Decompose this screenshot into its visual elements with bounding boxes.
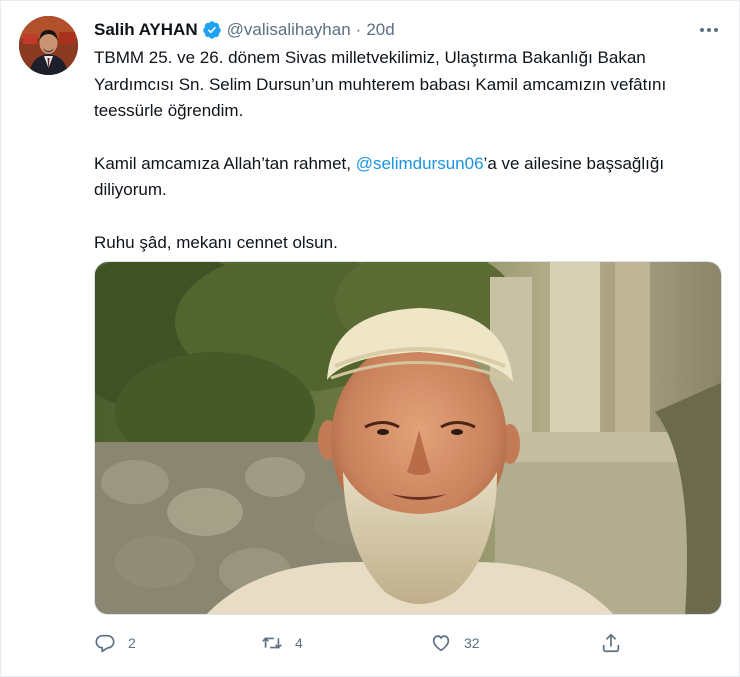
reply-button[interactable]: 2 — [94, 629, 136, 657]
heart-icon — [432, 635, 450, 652]
more-options-icon[interactable] — [697, 19, 721, 41]
share-icon — [602, 633, 620, 653]
tweet-timestamp[interactable]: 20d — [366, 20, 394, 40]
author-handle[interactable]: @valisalihayhan — [227, 20, 351, 40]
tweet-paragraph-2: Kamil amcamıza Allah’tan rahmet, @selimd… — [94, 151, 724, 204]
retweet-icon — [262, 637, 282, 649]
tweet-paragraph-3: Ruhu şâd, mekanı cennet olsun. — [94, 232, 338, 252]
share-button[interactable] — [600, 629, 622, 657]
profile-photo — [19, 16, 78, 75]
tweet-photo[interactable] — [94, 261, 722, 615]
verified-badge-icon — [202, 20, 222, 40]
tweet-card[interactable]: Salih AYHAN @valisalihayhan · 20d TBMM 2… — [0, 0, 740, 677]
separator-dot: · — [355, 20, 362, 39]
reply-icon — [95, 634, 115, 653]
retweet-count: 4 — [295, 635, 303, 651]
mention-link[interactable]: @selimdursun06 — [356, 154, 484, 173]
avatar[interactable] — [19, 16, 78, 75]
retweet-button[interactable]: 4 — [261, 629, 303, 657]
reply-count: 2 — [128, 635, 136, 651]
photo-image — [95, 262, 721, 614]
tweet-header: Salih AYHAN @valisalihayhan · 20d — [94, 19, 395, 41]
author-name[interactable]: Salih AYHAN — [94, 20, 198, 40]
tweet-paragraph-1: TBMM 25. ve 26. dönem Sivas milletvekili… — [94, 48, 667, 120]
like-count: 32 — [464, 635, 480, 651]
like-button[interactable]: 32 — [430, 629, 480, 657]
tweet-text: TBMM 25. ve 26. dönem Sivas milletvekili… — [94, 45, 724, 256]
tweet-paragraph-2-start: Kamil amcamıza Allah’tan rahmet, — [94, 153, 356, 173]
tweet-actions: 2 4 32 — [94, 629, 634, 657]
